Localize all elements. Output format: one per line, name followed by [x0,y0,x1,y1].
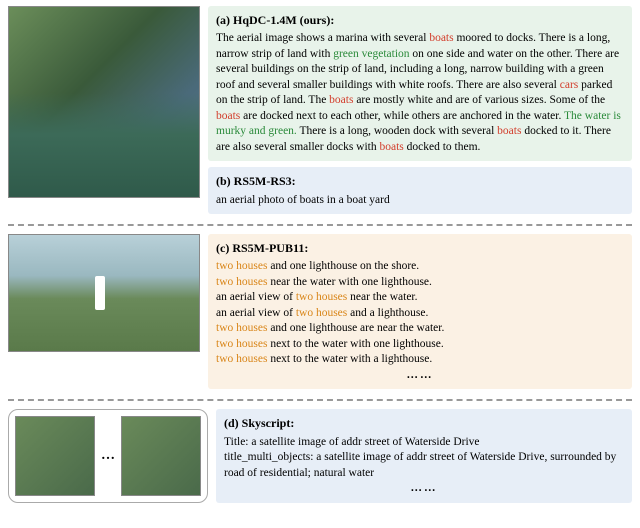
panel-c-line: an aerial view of two houses and a light… [216,306,624,322]
panel-b-text: an aerial photo of boats in a boat yard [216,193,624,209]
image-pair: … [8,409,208,503]
panel-a-text: The aerial image shows a marina with sev… [216,31,624,155]
panel-c-line: two houses and one lighthouse are near t… [216,321,624,337]
panel-c-line: an aerial view of two houses near the wa… [216,290,624,306]
highlight-boats: boats [329,94,353,106]
panel-b: (b) RS5M-RS3: an aerial photo of boats i… [208,167,632,214]
panel-c-line: two houses next to the water with one li… [216,337,624,353]
panel-d-ellipsis: …… [224,481,624,497]
image-d-container: … [8,409,208,503]
satellite-image-left [15,416,95,496]
panel-d-title: (d) Skyscript: [224,415,624,431]
highlight-two-houses: two houses [216,260,267,272]
highlight-two-houses: two houses [216,276,267,288]
section-c: (c) RS5M-PUB11: two houses and one light… [0,228,640,397]
highlight-two-houses: two houses [296,307,347,319]
panel-b-title: (b) RS5M-RS3: [216,173,624,189]
highlight-two-houses: two houses [216,322,267,334]
highlight-two-houses: two houses [216,353,267,365]
image-pair-dots: … [99,447,117,466]
panel-d-line2: title_multi_objects: a satellite image o… [224,450,624,481]
highlight-boats: boats [429,32,453,44]
section-a-b: (a) HqDC-1.4M (ours): The aerial image s… [0,0,640,222]
panel-a-title: (a) HqDC-1.4M (ours): [216,12,624,28]
highlight-boats: boats [497,125,521,137]
section-d: … (d) Skyscript: Title: a satellite imag… [0,403,640,511]
image-c-container [8,234,200,389]
panel-c-ellipsis: …… [216,368,624,384]
aerial-lighthouse-image [8,234,200,352]
panel-c-line: two houses near the water with one light… [216,275,624,291]
panel-c-title: (c) RS5M-PUB11: [216,240,624,256]
highlight-boats: boats [216,110,240,122]
panel-c-line: two houses next to the water with a ligh… [216,352,624,368]
aerial-marina-image [8,6,200,198]
highlight-boats: boats [380,141,404,153]
panel-d: (d) Skyscript: Title: a satellite image … [216,409,632,502]
panel-c: (c) RS5M-PUB11: two houses and one light… [208,234,632,389]
separator-2 [8,399,632,401]
text-col-c: (c) RS5M-PUB11: two houses and one light… [208,234,632,389]
separator-1 [8,224,632,226]
image-a-container [8,6,200,214]
text-col-ab: (a) HqDC-1.4M (ours): The aerial image s… [208,6,632,214]
panel-d-line1: Title: a satellite image of addr street … [224,435,624,451]
panel-a: (a) HqDC-1.4M (ours): The aerial image s… [208,6,632,161]
highlight-two-houses: two houses [296,291,347,303]
highlight-cars: cars [560,79,579,91]
satellite-image-right [121,416,201,496]
highlight-two-houses: two houses [216,338,267,350]
panel-c-line: two houses and one lighthouse on the sho… [216,259,624,275]
text-col-d: (d) Skyscript: Title: a satellite image … [216,409,632,503]
highlight-green-vegetation: green vegetation [333,48,409,60]
